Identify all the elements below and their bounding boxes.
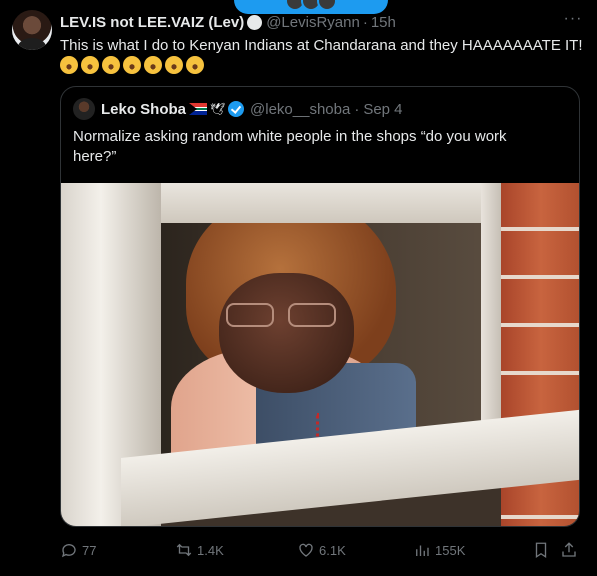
verified-badge-icon [228, 101, 245, 117]
tears-of-joy-emoji-icon [60, 56, 78, 74]
author-handle[interactable]: @LevisRyann [266, 14, 360, 31]
reply-icon [61, 544, 76, 558]
tears-of-joy-emoji-icon [123, 56, 141, 74]
retweet-icon [176, 543, 192, 557]
pill-avatar [317, 0, 337, 11]
quote-photo[interactable] [61, 183, 579, 526]
separator: · [362, 13, 368, 31]
tweet-header: LEV.IS not LEE.VAIZ (Lev) @LevisRyann · … [60, 12, 585, 32]
emoji-row [60, 56, 207, 75]
view-count: 155K [435, 542, 466, 558]
bookmark-button[interactable] [532, 538, 550, 562]
author-avatar[interactable] [12, 10, 52, 50]
quoted-tweet[interactable]: Leko Shoba 🕊 @leko__shoba · Sep 4 Normal… [60, 86, 580, 527]
tears-of-joy-emoji-icon [144, 56, 162, 74]
quote-date: Sep 4 [363, 100, 403, 118]
quote-author-name: Leko Shoba [101, 100, 187, 118]
twitter-bird-icon: 🕊 [210, 102, 226, 116]
south-africa-flag-icon [189, 103, 208, 115]
like-button[interactable]: 6.1K [297, 538, 346, 562]
tears-of-joy-emoji-icon [165, 56, 183, 74]
action-bar: 77 1.4K 6.1K 155K [60, 538, 580, 562]
retweet-button[interactable]: 1.4K [175, 538, 224, 562]
author-name[interactable]: LEV.IS not LEE.VAIZ (Lev) [60, 14, 244, 31]
tears-of-joy-emoji-icon [186, 56, 204, 74]
white-circle-emoji [247, 14, 263, 30]
bookmark-icon [535, 542, 547, 559]
quote-author-avatar [73, 98, 95, 120]
quote-author-handle: @leko__shoba [250, 100, 351, 118]
share-icon [562, 542, 576, 557]
reply-button[interactable]: 77 [60, 538, 96, 562]
quote-header: Leko Shoba 🕊 @leko__shoba · Sep 4 [73, 98, 403, 120]
separator: · [354, 100, 360, 118]
tweet-text: This is what I do to Kenyan Indians at C… [60, 36, 584, 77]
tears-of-joy-emoji-icon [81, 56, 99, 74]
tears-of-joy-emoji-icon [102, 56, 120, 74]
heart-icon [299, 543, 313, 557]
more-options-icon[interactable]: ··· [561, 10, 585, 30]
retweet-count: 1.4K [197, 542, 224, 558]
quote-text: Normalize asking random white people in … [73, 128, 507, 165]
views-icon [416, 545, 429, 556]
tweet-body: This is what I do to Kenyan Indians at C… [60, 37, 583, 54]
views-button[interactable]: 155K [413, 538, 465, 562]
reply-count: 77 [82, 542, 97, 558]
share-button[interactable] [560, 538, 578, 562]
timestamp[interactable]: 15h [371, 14, 396, 31]
like-count: 6.1K [319, 542, 346, 558]
